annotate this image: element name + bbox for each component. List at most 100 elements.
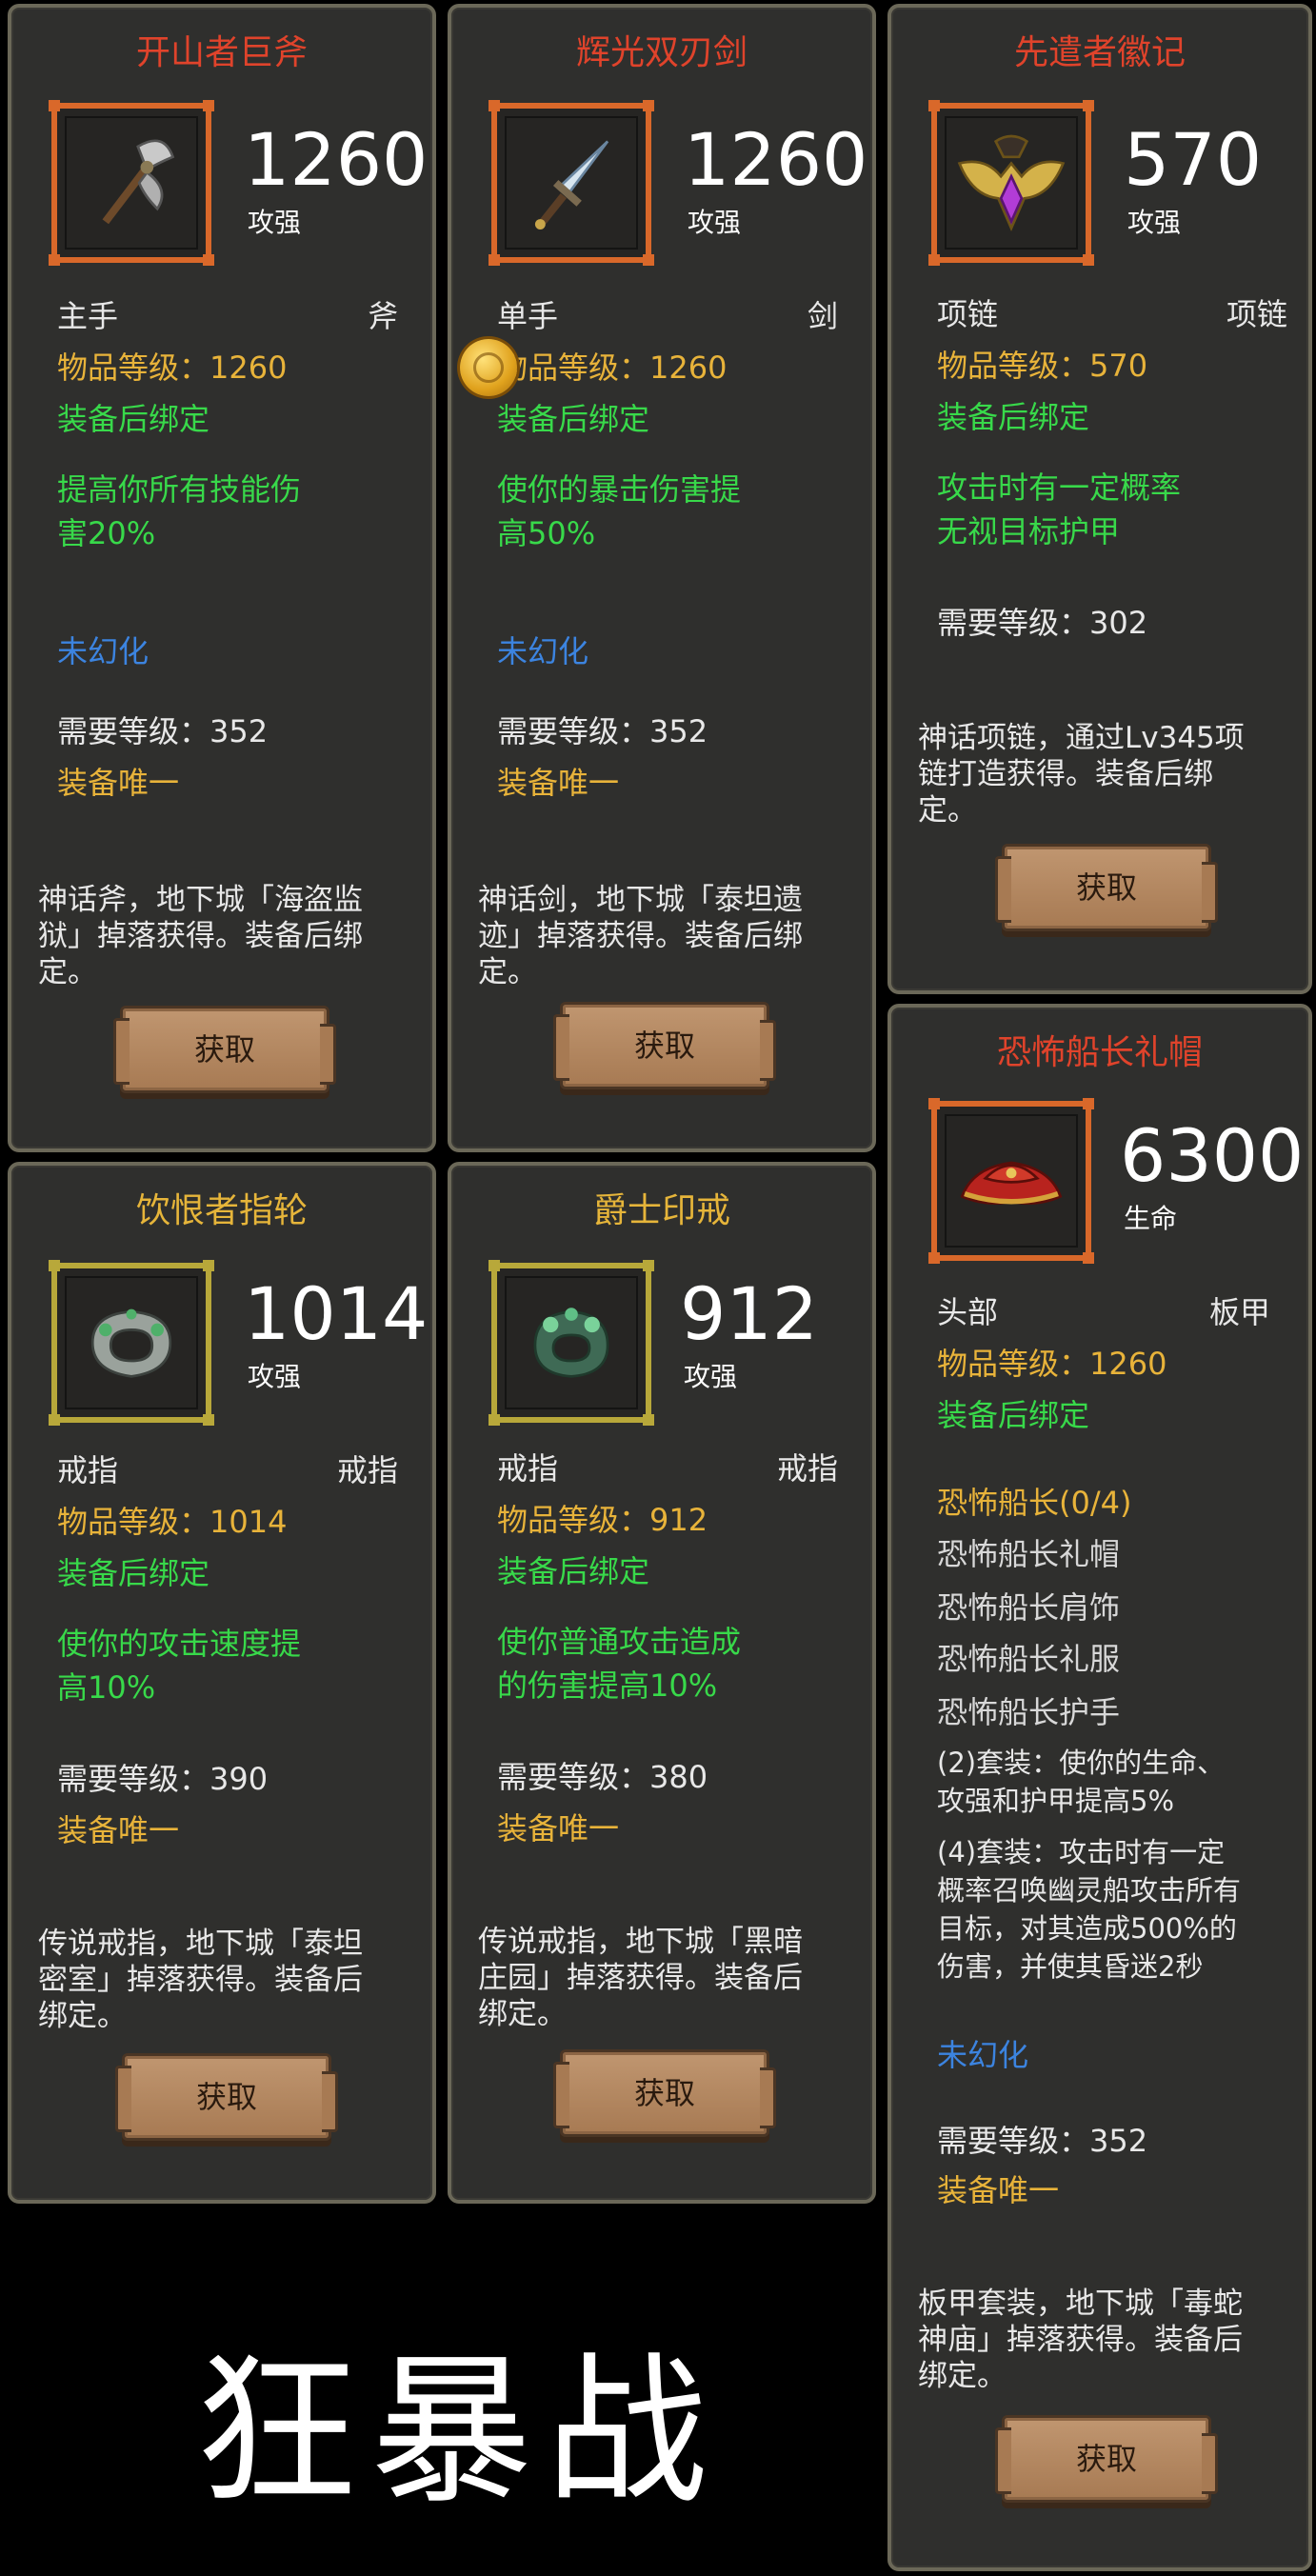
item-type: 项链 <box>1226 296 1287 332</box>
item-desc-line-1: 板甲套装，地下城「毒蛇 <box>918 2286 1243 2321</box>
set-bonus-4-line-4: 伤害，并使其昏迷2秒 <box>937 1950 1204 1983</box>
item-bind: 装备后绑定 <box>57 401 210 437</box>
item-type: 剑 <box>807 298 838 334</box>
item-required-level: 需要等级：352 <box>497 713 708 749</box>
item-card-signet: 爵士印戒 912 攻强 戒指 戒指 物品等级：912 装备后绑定 使你普通攻击造… <box>448 1162 876 2204</box>
item-card-axe: 开山者巨斧 1260 攻强 主手 斧 物品等级：1260 装备后绑定 提高你所有… <box>8 4 436 1152</box>
item-card-amulet: 先遣者徽记 570 攻强 项链 项链 物品等级：570 装备后绑定 攻击时有一定… <box>887 4 1312 994</box>
item-transmog: 未幻化 <box>57 633 150 669</box>
item-card-sword: 辉光双刃剑 1260 攻强 单手 剑 物品等级：1260 装备后绑定 使你的暴击… <box>448 4 876 1152</box>
item-effect-line-2: 害20% <box>57 515 156 551</box>
item-desc-line-3: 绑定。 <box>918 2359 1007 2393</box>
item-title: 先遣者徽记 <box>1013 33 1186 72</box>
signet-ring-icon <box>533 1308 609 1378</box>
item-bind: 装备后绑定 <box>937 399 1090 435</box>
item-desc-line-3: 定。 <box>38 955 97 989</box>
axe-icon <box>102 139 175 225</box>
item-effect-line-2: 高50% <box>497 515 596 551</box>
item-effect-line-1: 使你的暴击伤害提 <box>497 471 742 508</box>
item-slot: 头部 <box>937 1294 999 1330</box>
item-type: 斧 <box>367 298 398 334</box>
item-desc-line-1: 神话项链，通过Lv345项 <box>918 721 1245 755</box>
item-bind: 装备后绑定 <box>57 1555 210 1591</box>
item-required-level: 需要等级：352 <box>937 2123 1148 2159</box>
item-level: 物品等级：1014 <box>57 1504 288 1540</box>
item-required-level: 需要等级：390 <box>57 1761 269 1797</box>
item-stat-label: 攻强 <box>1127 207 1182 238</box>
item-level: 物品等级：1260 <box>57 349 288 386</box>
item-effect-line-1: 使你普通攻击造成 <box>497 1624 742 1660</box>
item-stat-value: 1260 <box>684 117 868 202</box>
item-effect-line-2: 无视目标护甲 <box>937 513 1121 549</box>
set-bonus-2-line-2: 攻强和护甲提高5% <box>937 1785 1175 1817</box>
obtain-button[interactable]: 获取 <box>553 2049 776 2137</box>
item-icon-frame[interactable] <box>49 1260 214 1426</box>
item-title: 恐怖船长礼帽 <box>996 1033 1203 1072</box>
item-type: 戒指 <box>336 1452 398 1488</box>
gold-coin-icon[interactable] <box>460 339 517 396</box>
item-stat-label: 攻强 <box>688 207 742 238</box>
item-desc-line-2: 密室」掉落获得。装备后 <box>38 1963 363 1997</box>
obtain-button[interactable]: 获取 <box>995 2415 1218 2503</box>
item-stat-label: 攻强 <box>684 1361 738 1392</box>
set-bonus-2-line-1: (2)套装：使你的生命、 <box>937 1747 1226 1779</box>
item-desc-line-1: 传说戒指，地下城「黑暗 <box>478 1925 803 1959</box>
item-icon-frame[interactable] <box>928 1098 1094 1264</box>
set-name: 恐怖船长(0/4) <box>937 1485 1132 1521</box>
set-item-4: 恐怖船长护手 <box>937 1694 1121 1730</box>
item-unique: 装备唯一 <box>57 1812 180 1848</box>
item-desc-line-1: 神话剑，地下城「泰坦遗 <box>478 883 803 917</box>
tricorn-hat-icon <box>960 1161 1063 1205</box>
set-bonus-4-line-1: (4)套装：攻击时有一定 <box>937 1836 1226 1868</box>
item-slot: 主手 <box>57 298 119 334</box>
set-item-2: 恐怖船长肩饰 <box>937 1589 1121 1626</box>
item-effect-line-1: 使你的攻击速度提 <box>57 1626 302 1662</box>
item-stat-value: 912 <box>680 1271 819 1356</box>
item-effect-line-2: 的伤害提高10% <box>497 1667 718 1704</box>
item-required-level: 需要等级：302 <box>937 605 1148 641</box>
item-unique: 装备唯一 <box>937 2172 1060 2208</box>
item-title: 饮恨者指轮 <box>135 1191 308 1230</box>
obtain-button[interactable]: 获取 <box>553 1002 776 1089</box>
item-required-level: 需要等级：352 <box>57 713 269 749</box>
obtain-button[interactable]: 获取 <box>995 844 1218 931</box>
item-type: 戒指 <box>776 1450 838 1487</box>
item-slot: 戒指 <box>497 1450 559 1487</box>
ring-icon <box>90 1308 172 1378</box>
item-title: 辉光双刃剑 <box>575 33 748 72</box>
obtain-button[interactable]: 获取 <box>113 1006 336 1093</box>
item-desc-line-3: 定。 <box>478 955 537 989</box>
class-title: 狂暴战 <box>195 2338 722 2526</box>
item-title: 开山者巨斧 <box>135 33 308 72</box>
item-icon-frame[interactable] <box>489 100 654 266</box>
set-bonus-4-line-3: 目标，对其造成500%的 <box>937 1912 1237 1945</box>
item-icon-frame[interactable] <box>49 100 214 266</box>
item-level: 物品等级：570 <box>937 348 1148 384</box>
set-bonus-4-line-2: 概率召唤幽灵船攻击所有 <box>937 1874 1242 1907</box>
item-transmog: 未幻化 <box>937 2037 1029 2073</box>
item-desc-line-3: 定。 <box>918 793 977 828</box>
item-unique: 装备唯一 <box>497 1810 620 1847</box>
item-effect-line-2: 高10% <box>57 1669 156 1706</box>
item-icon-frame[interactable] <box>489 1260 654 1426</box>
obtain-button[interactable]: 获取 <box>115 2053 338 2141</box>
item-bind: 装备后绑定 <box>937 1397 1090 1433</box>
item-unique: 装备唯一 <box>497 765 620 801</box>
item-desc-line-2: 神庙」掉落获得。装备后 <box>918 2323 1243 2357</box>
item-stat-label: 攻强 <box>248 207 302 238</box>
item-level: 物品等级：1260 <box>937 1346 1167 1382</box>
set-item-3: 恐怖船长礼服 <box>937 1641 1121 1677</box>
item-bind: 装备后绑定 <box>497 401 650 437</box>
item-desc-line-1: 传说戒指，地下城「泰坦 <box>38 1927 363 1961</box>
item-icon-frame[interactable] <box>928 100 1094 266</box>
item-title: 爵士印戒 <box>592 1191 730 1230</box>
item-required-level: 需要等级：380 <box>497 1759 708 1795</box>
item-card-hat: 恐怖船长礼帽 6300 生命 头部 板甲 物品等级：1260 装备后绑定 恐怖船… <box>887 1004 1312 2571</box>
item-slot: 戒指 <box>57 1452 119 1488</box>
item-desc-line-2: 庄园」掉落获得。装备后 <box>478 1961 803 1995</box>
item-type: 板甲 <box>1208 1294 1270 1330</box>
item-desc-line-3: 绑定。 <box>38 1999 127 2033</box>
item-card-ring: 饮恨者指轮 1014 攻强 戒指 戒指 物品等级：1014 装备后绑定 使你的攻… <box>8 1162 436 2204</box>
item-transmog: 未幻化 <box>497 633 589 669</box>
set-item-1: 恐怖船长礼帽 <box>937 1536 1121 1572</box>
